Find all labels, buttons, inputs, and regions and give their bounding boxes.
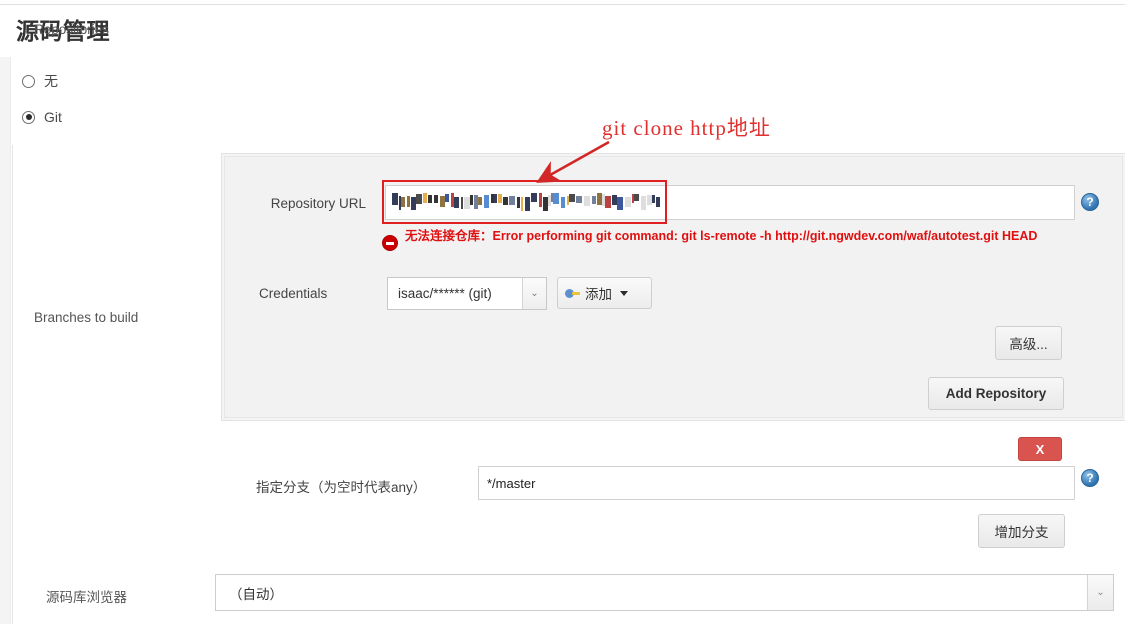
radio-git[interactable]: [22, 110, 35, 124]
remove-branch-button[interactable]: X: [1018, 437, 1062, 461]
scm-config-page: 源码管理 无 Git Repositories Repository URL ?…: [0, 0, 1125, 624]
key-icon: [565, 288, 580, 299]
chevron-down-icon[interactable]: ⌄: [1087, 575, 1113, 610]
repository-url-label: Repository URL: [270, 196, 366, 211]
branches-section: [13, 433, 1125, 569]
radio-none[interactable]: [22, 74, 35, 88]
add-credentials-button[interactable]: 添加: [557, 277, 652, 309]
top-divider: [0, 4, 1125, 5]
branch-specifier-input[interactable]: [478, 466, 1075, 500]
repository-url-error: 无法连接仓库：Error performing git command: git…: [382, 228, 1082, 251]
scm-option-git-label: Git: [44, 109, 62, 125]
add-branch-button[interactable]: 增加分支: [978, 514, 1065, 548]
credentials-select[interactable]: isaac/****** (git) ⌄: [387, 277, 547, 310]
help-icon[interactable]: ?: [1081, 193, 1099, 211]
scm-option-none[interactable]: 无: [22, 71, 58, 91]
add-repository-button[interactable]: Add Repository: [928, 377, 1064, 410]
error-icon: [382, 235, 398, 251]
repository-browser-value: （自动）: [229, 586, 283, 602]
annotation-label: git clone http地址: [602, 116, 771, 140]
credentials-selected-value: isaac/****** (git): [398, 286, 492, 301]
scm-option-git[interactable]: Git: [22, 109, 62, 125]
branch-specifier-label: 指定分支（为空时代表any）: [256, 480, 427, 495]
caret-down-icon[interactable]: [620, 290, 628, 296]
add-credentials-label: 添加: [585, 287, 612, 302]
advanced-button[interactable]: 高级...: [995, 326, 1062, 360]
scm-option-none-label: 无: [44, 73, 58, 89]
credentials-label: Credentials: [259, 286, 328, 301]
repository-browser-select[interactable]: （自动） ⌄: [215, 574, 1114, 611]
error-message: 无法连接仓库：Error performing git command: git…: [405, 229, 1038, 243]
help-icon[interactable]: ?: [1081, 469, 1099, 487]
left-rail: [0, 57, 11, 624]
repositories-label: Repositories: [34, 22, 110, 37]
repository-url-input[interactable]: [385, 185, 1075, 220]
repository-browser-label: 源码库浏览器: [46, 590, 127, 605]
chevron-down-icon[interactable]: ⌄: [522, 278, 546, 309]
branches-label: Branches to build: [34, 310, 139, 325]
